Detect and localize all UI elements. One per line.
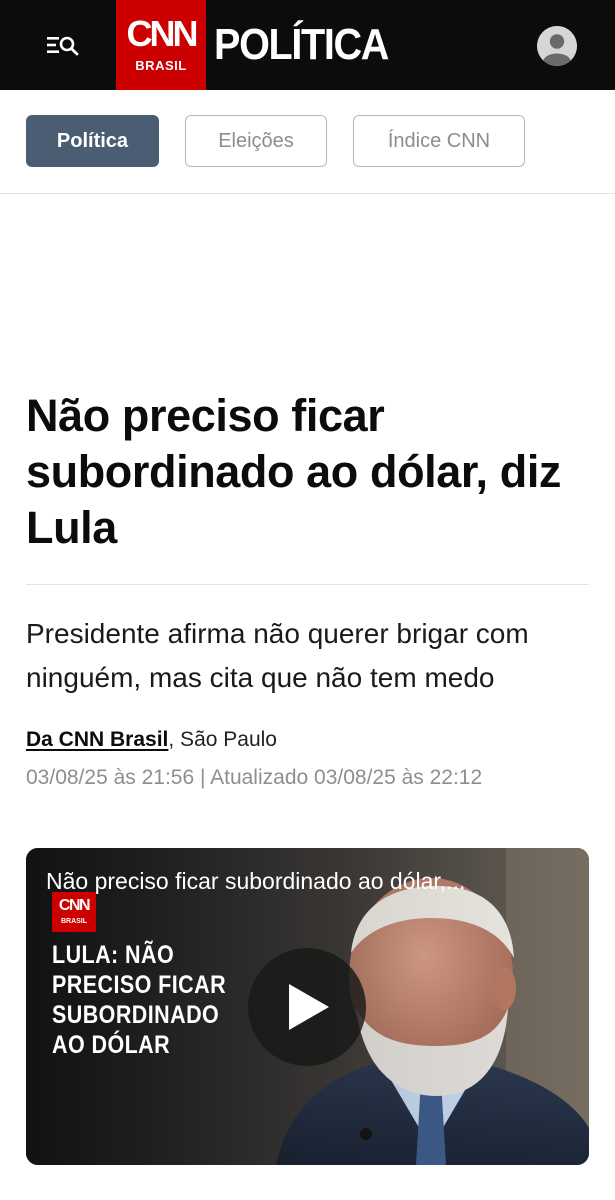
article-location: , São Paulo — [168, 728, 277, 751]
author-link[interactable]: Da CNN Brasil — [26, 728, 168, 751]
article-headline: Não preciso ficar subordinado ao dólar, … — [26, 390, 562, 553]
menu-search-button[interactable] — [40, 28, 86, 62]
video-player[interactable]: Não preciso ficar subordinado ao dólar,.… — [26, 848, 589, 1165]
video-cnn-logo: CNN BRASIL — [52, 892, 96, 932]
logo-brasil-text: BRASIL — [135, 58, 187, 73]
video-title: Não preciso ficar subordinado ao dólar,.… — [46, 868, 466, 894]
menu-search-icon — [47, 36, 79, 56]
article-byline: Da CNN Brasil, São Paulo — [26, 728, 277, 752]
video-overlay-text: LULA: NÃO PRECISO FICAR SUBORDINADO AO D… — [52, 941, 227, 1059]
tab-eleicoes[interactable]: Eleições — [185, 115, 327, 167]
logo-cnn-text: CNN — [126, 13, 199, 54]
play-button[interactable] — [248, 948, 366, 1066]
play-icon — [289, 984, 329, 1030]
video-logo-cnn-text: CNN — [58, 897, 91, 914]
article-timestamp: 03/08/25 às 21:56 | Atualizado 03/08/25 … — [26, 766, 483, 789]
section-title[interactable]: POLÍTICA — [214, 18, 389, 72]
user-avatar-icon — [537, 26, 577, 66]
article-subtitle: Presidente afirma não querer brigar com … — [26, 618, 529, 693]
video-logo-brasil-text: BRASIL — [60, 918, 88, 925]
cnn-brasil-logo[interactable]: CNN BRASIL — [116, 0, 206, 90]
user-avatar-button[interactable] — [537, 26, 577, 66]
tab-politica[interactable]: Política — [26, 115, 159, 167]
section-tabs: Política Eleições Índice CNN — [0, 90, 615, 194]
headline-divider — [26, 584, 589, 585]
top-bar: CNN BRASIL POLÍTICA — [0, 0, 615, 90]
tab-indice-cnn[interactable]: Índice CNN — [353, 115, 525, 167]
